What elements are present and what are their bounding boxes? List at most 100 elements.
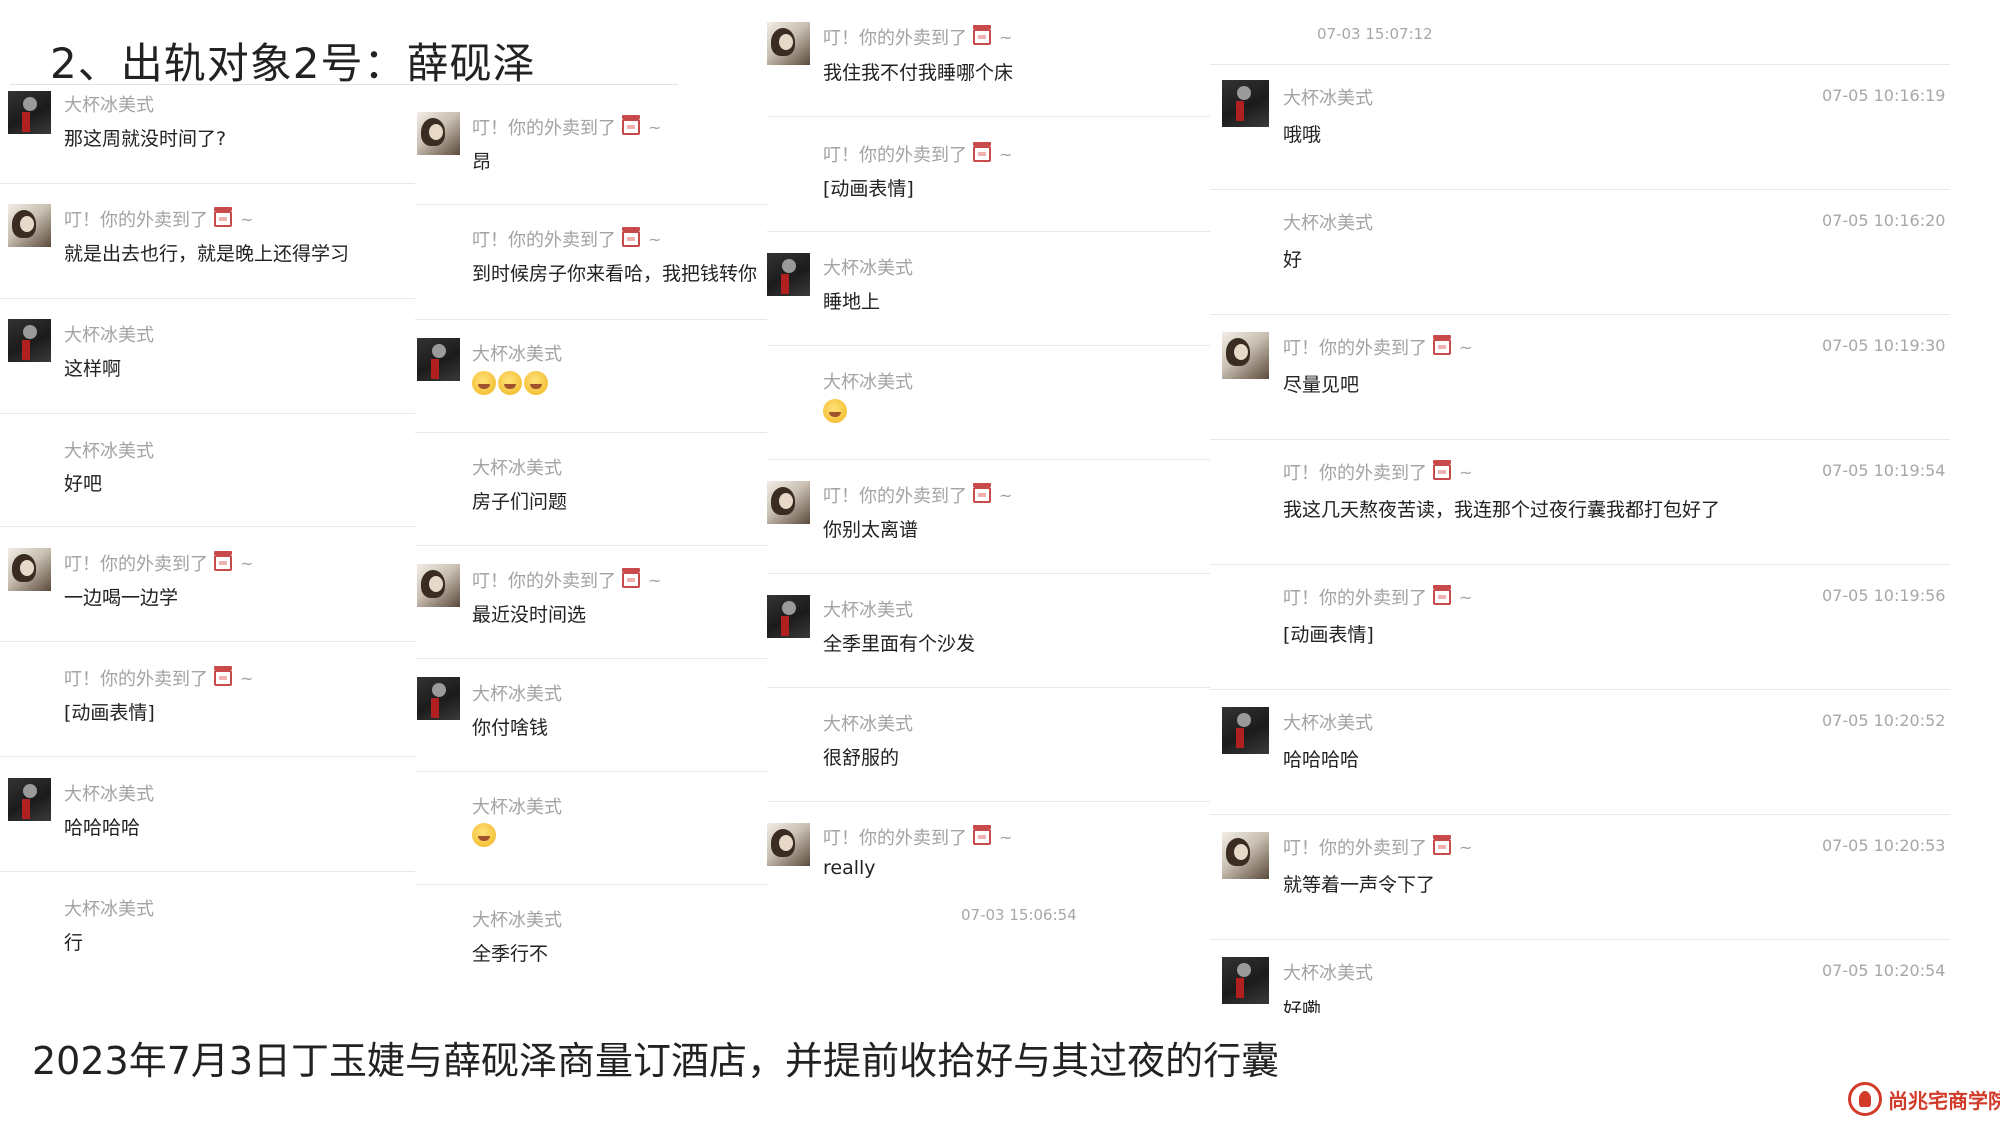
sender-name: 叮！你的外卖到了 ~ xyxy=(64,207,254,231)
message-time: 07-05 10:20:52 xyxy=(1822,711,1946,730)
avatar xyxy=(1222,707,1269,754)
chat-message: 叮！你的外卖到了 ~ 07-05 10:20:53 就等着一声令下了 xyxy=(1210,814,1950,939)
takeout-box-icon xyxy=(1433,335,1451,355)
avatar xyxy=(417,677,460,720)
sender-name: 大杯冰美式 xyxy=(823,258,913,279)
sender-name: 叮！你的外卖到了 ~ xyxy=(1283,835,1473,859)
message-emojis xyxy=(823,399,849,423)
message-text: 一边喝一边学 xyxy=(64,587,179,609)
message-text: 好吧 xyxy=(64,473,103,495)
sender-name: 大杯冰美式 xyxy=(64,784,154,805)
avatar xyxy=(8,319,51,362)
message-time: 07-05 10:19:30 xyxy=(1822,336,1946,355)
chat-message: 叮！你的外卖到了 ~ 最近没时间选 xyxy=(415,545,767,658)
divider xyxy=(1210,314,1950,315)
sender-name: 叮！你的外卖到了 ~ xyxy=(823,825,1013,849)
chat-message: 大杯冰美式 哈哈哈哈 xyxy=(0,756,415,871)
message-text: 到时候房子你来看哈，我把钱转你 xyxy=(472,263,758,285)
sender-name: 叮！你的外卖到了 ~ xyxy=(823,483,1013,507)
avatar xyxy=(1222,957,1269,1004)
chat-message: 叮！你的外卖到了 ~ 07-05 10:19:30 尽量见吧 xyxy=(1210,314,1950,439)
message-text: 全季行不 xyxy=(472,943,549,965)
divider xyxy=(767,231,1210,232)
sender-name: 大杯冰美式 xyxy=(823,372,913,393)
divider xyxy=(0,756,415,757)
chat-message: 大杯冰美式 xyxy=(415,771,767,884)
divider xyxy=(767,116,1210,117)
message-text: 全季里面有个沙发 xyxy=(823,633,976,655)
divider xyxy=(1210,564,1950,565)
takeout-box-icon xyxy=(973,825,991,845)
avatar xyxy=(417,112,460,155)
face-emoji-icon xyxy=(472,823,496,847)
chat-message: 大杯冰美式 07-05 10:20:54 好嘞 xyxy=(1210,939,1950,1013)
avatar xyxy=(1222,832,1269,879)
sender-name: 大杯冰美式 xyxy=(64,441,154,462)
divider xyxy=(0,641,415,642)
sender-name: 大杯冰美式 xyxy=(472,910,562,931)
divider xyxy=(1210,814,1950,815)
message-text: 最近没时间选 xyxy=(472,604,587,626)
chat-message: 大杯冰美式 全季行不 xyxy=(415,884,767,984)
divider xyxy=(0,298,415,299)
divider xyxy=(415,545,767,546)
sender-name: 大杯冰美式 xyxy=(1283,88,1373,109)
chat-column-2: 叮！你的外卖到了 ~ 昂 叮！你的外卖到了 ~ 到时候房子你来看哈，我把钱转你 大杯… xyxy=(415,0,767,1020)
sender-name: 叮！你的外卖到了 ~ xyxy=(472,227,662,251)
divider xyxy=(767,573,1210,574)
message-time: 07-05 10:20:54 xyxy=(1822,961,1946,980)
message-text: 那这周就没时间了? xyxy=(64,128,227,150)
takeout-box-icon xyxy=(1433,835,1451,855)
avatar xyxy=(1222,80,1269,127)
message-text: 房子们问题 xyxy=(472,491,568,513)
chat-timestamp: 07-03 15:07:12 xyxy=(1317,25,1433,43)
chat-column-3: 叮！你的外卖到了 ~ 我住我不付我睡哪个床 叮！你的外卖到了 ~ [动画表情] 大杯… xyxy=(767,0,1210,1020)
sender-name: 大杯冰美式 xyxy=(823,600,913,621)
message-text: 哈哈哈哈 xyxy=(1283,749,1360,771)
avatar xyxy=(1222,332,1269,379)
takeout-box-icon xyxy=(973,483,991,503)
message-emojis xyxy=(472,823,498,847)
sender-name: 大杯冰美式 xyxy=(823,714,913,735)
message-text: 哦哦 xyxy=(1283,124,1322,146)
chat-message: 大杯冰美式 房子们问题 xyxy=(415,432,767,545)
sender-name: 大杯冰美式 xyxy=(472,797,562,818)
message-time: 07-05 10:16:20 xyxy=(1822,211,1946,230)
message-text: 昂 xyxy=(472,151,492,173)
chat-message: 大杯冰美式 07-05 10:20:52 哈哈哈哈 xyxy=(1210,689,1950,814)
divider xyxy=(1210,939,1950,940)
chat-message: 大杯冰美式 你付啥钱 xyxy=(415,658,767,771)
chat-message: 叮！你的外卖到了 ~ 一边喝一边学 xyxy=(0,526,415,641)
chat-message: 叮！你的外卖到了 ~ 07-05 10:19:56 [动画表情] xyxy=(1210,564,1950,689)
message-text: 好 xyxy=(1283,249,1303,271)
chat-message: 叮！你的外卖到了 ~ 07-05 10:19:54 我这几天熬夜苦读，我连那个过夜… xyxy=(1210,439,1950,564)
chat-message: 大杯冰美式 全季里面有个沙发 xyxy=(767,573,1210,687)
chat-message: 大杯冰美式 xyxy=(415,319,767,432)
avatar xyxy=(8,778,51,821)
message-emojis xyxy=(472,371,550,395)
sender-name: 大杯冰美式 xyxy=(472,344,562,365)
sender-name: 叮！你的外卖到了 ~ xyxy=(823,142,1013,166)
sender-name: 大杯冰美式 xyxy=(472,684,562,705)
message-text: [动画表情] xyxy=(823,178,914,200)
sender-name: 大杯冰美式 xyxy=(64,899,154,920)
chat-message: 大杯冰美式 行 xyxy=(0,871,415,981)
divider xyxy=(415,771,767,772)
chat-message: 大杯冰美式 很舒服的 xyxy=(767,687,1210,801)
divider xyxy=(767,459,1210,460)
message-time: 07-05 10:20:53 xyxy=(1822,836,1946,855)
takeout-box-icon xyxy=(622,115,640,135)
chat-message: 叮！你的外卖到了 ~ 到时候房子你来看哈，我把钱转你 xyxy=(415,204,767,319)
divider xyxy=(0,526,415,527)
chat-message: 叮！你的外卖到了 ~ [动画表情] xyxy=(0,641,415,756)
chat-message: 大杯冰美式 那这周就没时间了? xyxy=(0,88,415,183)
sender-name: 叮！你的外卖到了 ~ xyxy=(823,25,1013,49)
chat-message: 大杯冰美式 07-05 10:16:19 哦哦 xyxy=(1210,64,1950,189)
divider xyxy=(1210,64,1950,65)
message-text: [动画表情] xyxy=(1283,624,1374,646)
chat-timestamp: 07-03 15:06:54 xyxy=(961,906,1077,924)
sender-name: 叮！你的外卖到了 ~ xyxy=(64,551,254,575)
chat-message: 大杯冰美式 睡地上 xyxy=(767,231,1210,345)
sender-name: 大杯冰美式 xyxy=(64,95,154,116)
laughing-emoji-icon xyxy=(498,371,522,395)
